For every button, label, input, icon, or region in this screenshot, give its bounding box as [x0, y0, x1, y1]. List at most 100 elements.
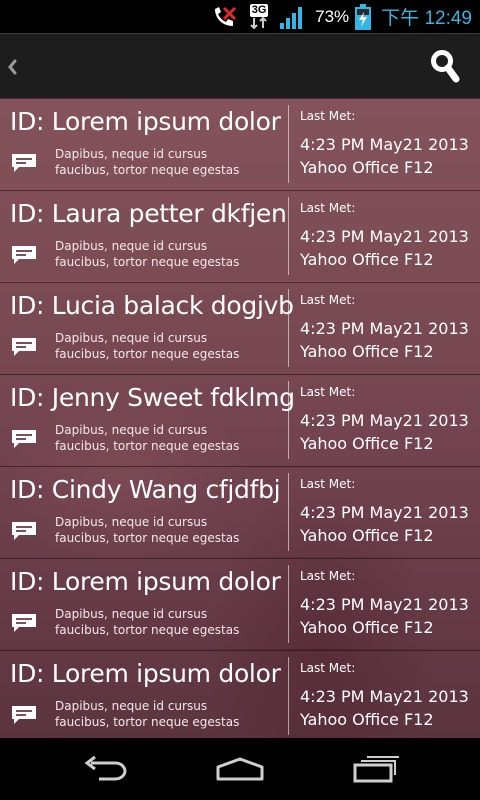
last-met-label: Last Met:	[300, 201, 356, 215]
signal-strength-icon	[279, 4, 307, 30]
action-bar	[0, 33, 480, 98]
contact-card-main: ID: Lorem ipsum dolor Dapibus, neque id …	[0, 651, 288, 738]
last-met-label: Last Met:	[300, 477, 356, 491]
message-icon[interactable]	[12, 154, 36, 172]
last-met-place: Yahoo Office F12	[300, 526, 434, 545]
status-bar: 3G 73% 下午 12:49	[0, 0, 480, 33]
message-icon[interactable]	[12, 706, 36, 724]
contact-title: ID: Laura petter dkfjen	[10, 199, 287, 228]
contact-card[interactable]: ID: Jenny Sweet fdklmg Dapibus, neque id…	[0, 374, 480, 465]
contact-description: Dapibus, neque id cursus faucibus, torto…	[55, 698, 239, 730]
message-icon[interactable]	[12, 430, 36, 448]
last-met-label: Last Met:	[300, 661, 356, 675]
last-met-place: Yahoo Office F12	[300, 434, 434, 453]
contact-description-line2: faucibus, tortor neque egestas	[55, 715, 240, 729]
message-icon[interactable]	[12, 246, 36, 264]
last-met-place: Yahoo Office F12	[300, 250, 434, 269]
contact-description-line2: faucibus, tortor neque egestas	[55, 623, 240, 637]
last-met-date: 4:23 PM May21 2013	[300, 687, 469, 706]
contact-description-line2: faucibus, tortor neque egestas	[55, 347, 240, 361]
contact-description: Dapibus, neque id cursus faucibus, torto…	[55, 422, 239, 454]
contact-title: ID: Jenny Sweet fdklmg	[10, 383, 295, 412]
battery-percent: 73%	[315, 6, 350, 26]
last-met-info: Last Met: 4:23 PM May21 2013 Yahoo Offic…	[300, 651, 480, 738]
network-3g-icon: 3G	[249, 4, 269, 29]
contact-description: Dapibus, neque id cursus faucibus, torto…	[55, 146, 239, 178]
last-met-label: Last Met:	[300, 385, 356, 399]
last-met-date: 4:23 PM May21 2013	[300, 319, 469, 338]
home-icon[interactable]	[212, 754, 268, 784]
navigation-bar	[0, 738, 480, 800]
status-time: 下午 12:49	[381, 8, 472, 29]
contact-card-main: ID: Lucia balack dogjvb Dapibus, neque i…	[0, 283, 294, 373]
card-divider	[288, 473, 289, 551]
network-type-label: 3G	[249, 4, 269, 17]
contact-card[interactable]: ID: Lorem ipsum dolor Dapibus, neque id …	[0, 650, 480, 738]
contact-card[interactable]: ID: Lorem ipsum dolor Dapibus, neque id …	[0, 98, 480, 189]
card-divider	[288, 381, 289, 459]
last-met-info: Last Met: 4:23 PM May21 2013 Yahoo Offic…	[300, 559, 480, 649]
last-met-date: 4:23 PM May21 2013	[300, 135, 469, 154]
last-met-place: Yahoo Office F12	[300, 710, 434, 729]
contact-card-main: ID: Laura petter dkfjen Dapibus, neque i…	[0, 191, 288, 281]
card-divider	[288, 657, 289, 735]
contact-description: Dapibus, neque id cursus faucibus, torto…	[55, 606, 239, 638]
contact-card[interactable]: ID: Laura petter dkfjen Dapibus, neque i…	[0, 190, 480, 281]
contact-card-main: ID: Jenny Sweet fdklmg Dapibus, neque id…	[0, 375, 295, 465]
contact-description-line1: Dapibus, neque id cursus	[55, 147, 208, 161]
last-met-date: 4:23 PM May21 2013	[300, 503, 469, 522]
contact-description-line1: Dapibus, neque id cursus	[55, 331, 208, 345]
contact-title: ID: Lorem ipsum dolor	[10, 107, 281, 136]
last-met-place: Yahoo Office F12	[300, 158, 434, 177]
missed-call-icon	[211, 5, 237, 29]
last-met-info: Last Met: 4:23 PM May21 2013 Yahoo Offic…	[300, 283, 480, 373]
contact-description: Dapibus, neque id cursus faucibus, torto…	[55, 238, 239, 270]
battery-charging-icon	[355, 3, 372, 30]
message-icon[interactable]	[12, 614, 36, 632]
card-divider	[288, 105, 289, 183]
contact-description: Dapibus, neque id cursus faucibus, torto…	[55, 330, 239, 362]
recent-apps-icon[interactable]	[348, 754, 404, 784]
contact-card-main: ID: Cindy Wang cfjdfbj Dapibus, neque id…	[0, 467, 288, 557]
card-divider	[288, 197, 289, 275]
contact-description-line2: faucibus, tortor neque egestas	[55, 163, 240, 177]
last-met-date: 4:23 PM May21 2013	[300, 227, 469, 246]
contact-card[interactable]: ID: Lorem ipsum dolor Dapibus, neque id …	[0, 558, 480, 649]
message-icon[interactable]	[12, 338, 36, 356]
last-met-place: Yahoo Office F12	[300, 618, 434, 637]
contact-description-line1: Dapibus, neque id cursus	[55, 607, 208, 621]
last-met-info: Last Met: 4:23 PM May21 2013 Yahoo Offic…	[300, 99, 480, 189]
last-met-info: Last Met: 4:23 PM May21 2013 Yahoo Offic…	[300, 375, 480, 465]
contact-description-line2: faucibus, tortor neque egestas	[55, 531, 240, 545]
contact-card[interactable]: ID: Cindy Wang cfjdfbj Dapibus, neque id…	[0, 466, 480, 557]
contact-card[interactable]: ID: Lucia balack dogjvb Dapibus, neque i…	[0, 282, 480, 373]
contact-title: ID: Cindy Wang cfjdfbj	[10, 475, 281, 504]
search-icon[interactable]	[430, 49, 460, 83]
last-met-info: Last Met: 4:23 PM May21 2013 Yahoo Offic…	[300, 467, 480, 557]
message-icon[interactable]	[12, 522, 36, 540]
last-met-label: Last Met:	[300, 109, 356, 123]
last-met-date: 4:23 PM May21 2013	[300, 411, 469, 430]
contact-title: ID: Lorem ipsum dolor	[10, 659, 281, 688]
contact-description-line1: Dapibus, neque id cursus	[55, 699, 208, 713]
last-met-label: Last Met:	[300, 569, 356, 583]
contact-description-line2: faucibus, tortor neque egestas	[55, 439, 240, 453]
contact-description-line1: Dapibus, neque id cursus	[55, 423, 208, 437]
card-divider	[288, 289, 289, 367]
nav-back-icon[interactable]	[78, 754, 134, 784]
contact-card-main: ID: Lorem ipsum dolor Dapibus, neque id …	[0, 559, 288, 649]
back-icon[interactable]	[4, 54, 20, 80]
contact-title: ID: Lucia balack dogjvb	[10, 291, 294, 320]
contact-description: Dapibus, neque id cursus faucibus, torto…	[55, 514, 239, 546]
contact-title: ID: Lorem ipsum dolor	[10, 567, 281, 596]
contact-description-line1: Dapibus, neque id cursus	[55, 515, 208, 529]
last-met-info: Last Met: 4:23 PM May21 2013 Yahoo Offic…	[300, 191, 480, 281]
card-divider	[288, 565, 289, 643]
contact-description-line2: faucibus, tortor neque egestas	[55, 255, 240, 269]
last-met-place: Yahoo Office F12	[300, 342, 434, 361]
contact-list[interactable]: ID: Lorem ipsum dolor Dapibus, neque id …	[0, 98, 480, 738]
contact-description-line1: Dapibus, neque id cursus	[55, 239, 208, 253]
contact-card-main: ID: Lorem ipsum dolor Dapibus, neque id …	[0, 99, 288, 189]
last-met-date: 4:23 PM May21 2013	[300, 595, 469, 614]
last-met-label: Last Met:	[300, 293, 356, 307]
